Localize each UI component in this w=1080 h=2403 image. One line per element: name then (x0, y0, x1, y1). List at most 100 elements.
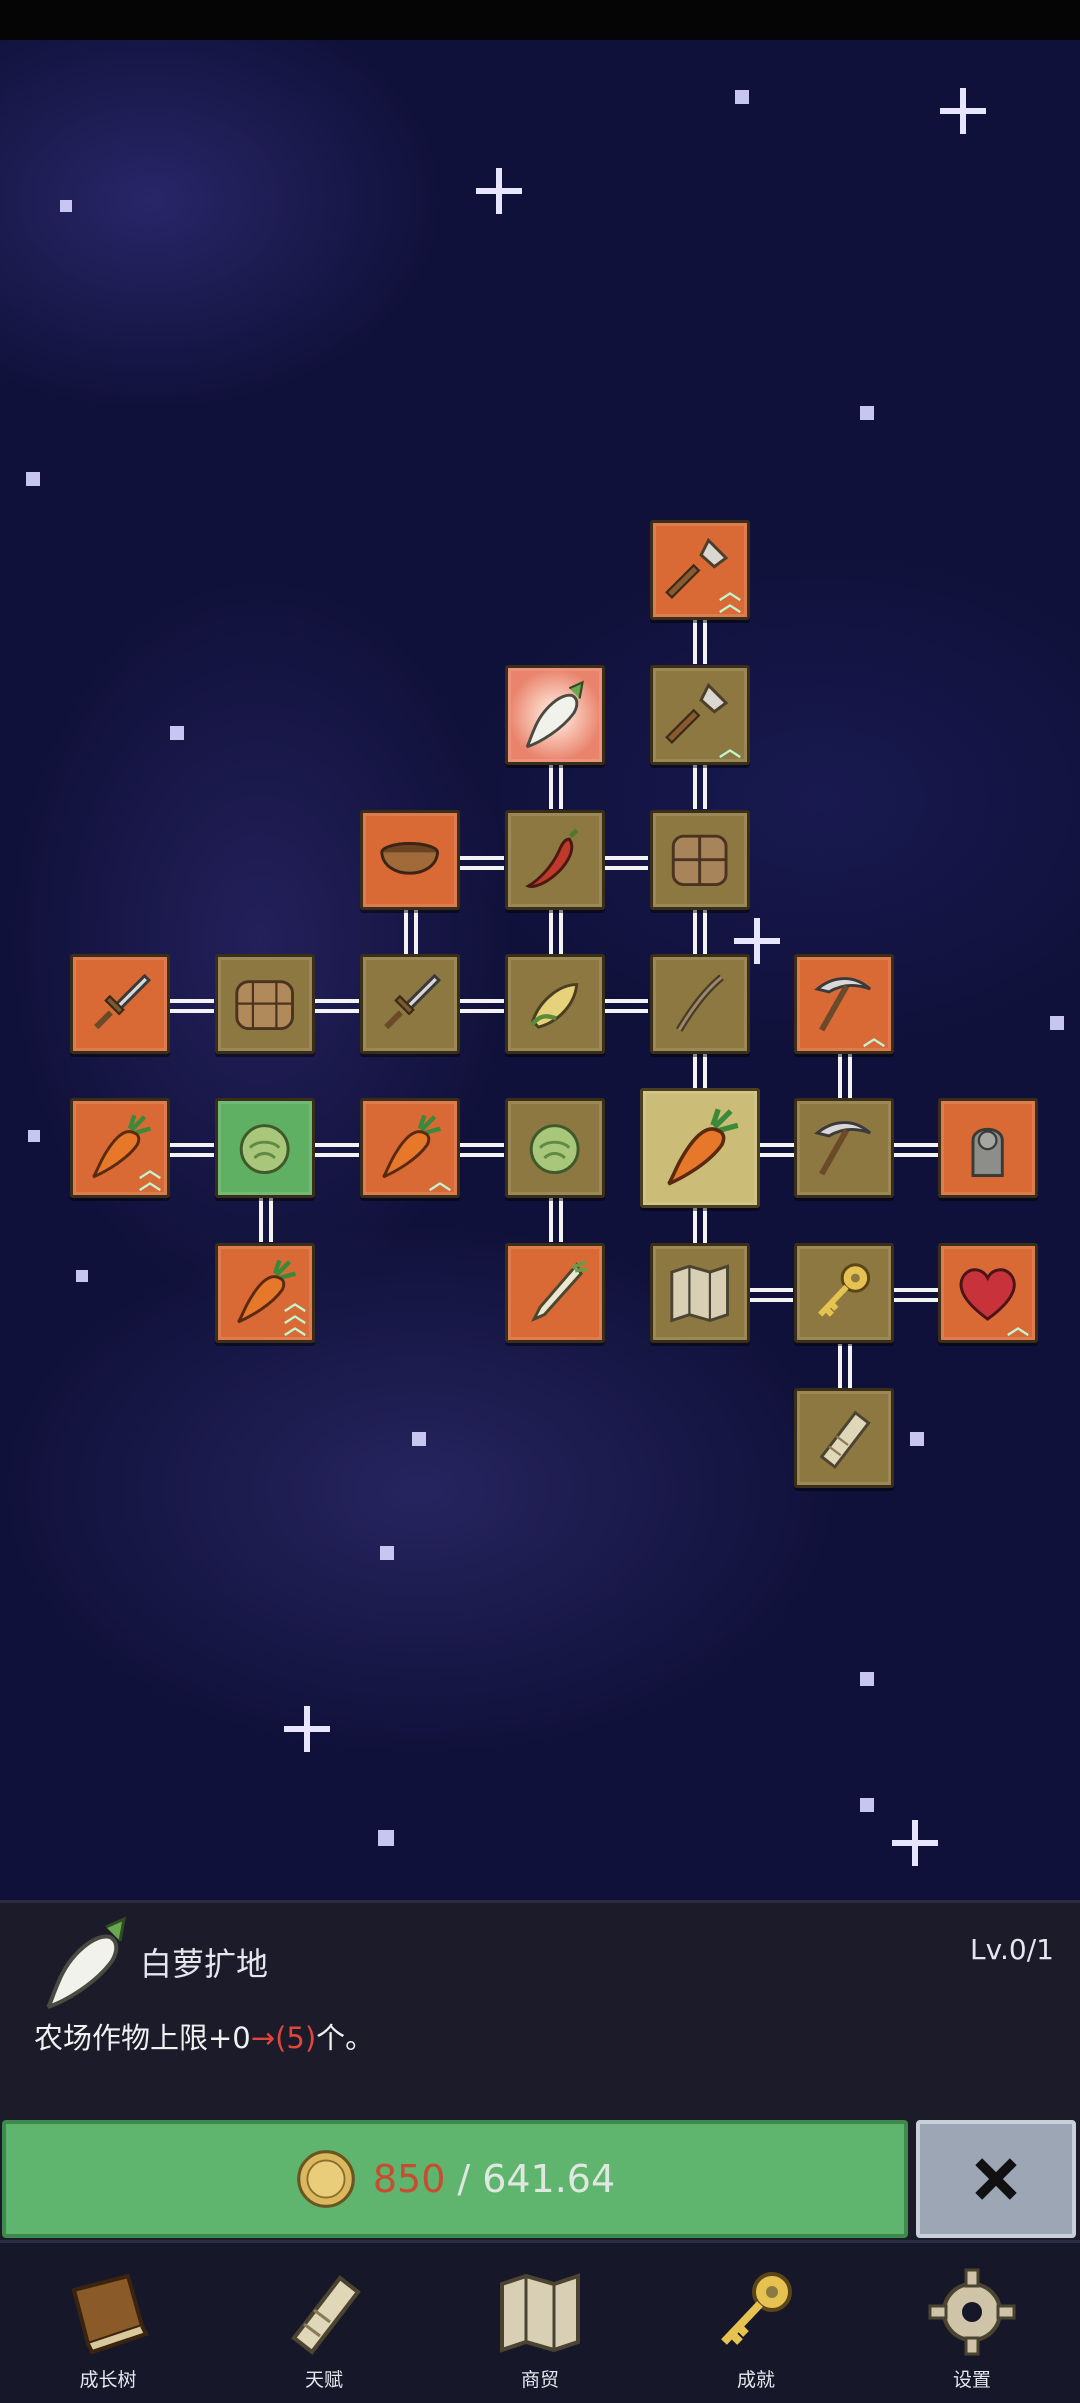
node-shovel-3[interactable]: ︿ ︿ (650, 520, 750, 620)
map-icon (663, 1256, 736, 1329)
node-statue[interactable] (938, 1098, 1038, 1198)
nav-label: 成就 (736, 2369, 775, 2391)
node-pickaxe-olive[interactable] (794, 1098, 894, 1198)
leek-icon (518, 1256, 591, 1329)
node-cabbage-olive[interactable] (505, 1098, 605, 1198)
nav-trade[interactable]: 商贸 (470, 2248, 610, 2398)
map-icon (490, 2262, 590, 2362)
connector (894, 1143, 938, 1157)
node-chili[interactable] (505, 810, 605, 910)
crate-icon (663, 823, 736, 896)
skill-desc-value: (5) (275, 2021, 317, 2055)
star (1050, 1016, 1064, 1030)
connector (693, 910, 707, 954)
connector (549, 765, 563, 809)
node-radish-expand[interactable] (505, 665, 605, 765)
upgrade-chevrons-icon: ︿ ︿ (138, 1158, 161, 1195)
node-corn[interactable] (505, 954, 605, 1054)
node-crate[interactable] (650, 810, 750, 910)
close-icon (969, 2152, 1023, 2206)
star (378, 1830, 394, 1846)
connector (460, 999, 504, 1013)
upgrade-chevron-icon: ︿ (718, 737, 741, 762)
node-map[interactable] (650, 1243, 750, 1343)
upgrade-chevrons-icon: ︿ ︿ (718, 580, 741, 617)
nav-settings[interactable]: 设置 (902, 2248, 1042, 2398)
scroll-icon (807, 1401, 880, 1474)
star (412, 1432, 426, 1446)
carrot-icon (656, 1104, 745, 1193)
node-sword-olive[interactable] (360, 954, 460, 1054)
nav-label: 成长树 (79, 2369, 137, 2391)
node-carrot-boost-3[interactable]: ︿ ︿ ︿ (215, 1243, 315, 1343)
connector (549, 1198, 563, 1242)
sparkle-star (476, 168, 522, 214)
gear-icon (922, 2262, 1022, 2362)
connector (749, 1288, 793, 1302)
node-cabbage-green[interactable] (215, 1098, 315, 1198)
skill-name: 白萝扩地 (140, 1945, 269, 1983)
connector (549, 910, 563, 954)
connector (460, 1143, 504, 1157)
key-icon (807, 1256, 880, 1329)
pickaxe-icon (807, 1111, 880, 1184)
star (735, 90, 749, 104)
status-bar (0, 0, 1080, 40)
node-scroll[interactable] (794, 1388, 894, 1488)
skill-desc-suffix: 个。 (316, 2021, 375, 2055)
book-icon (58, 2262, 158, 2362)
cabbage-icon (518, 1111, 591, 1184)
star (60, 200, 72, 212)
sparkle-star (284, 1706, 330, 1752)
connector (693, 620, 707, 664)
nav-label: 设置 (952, 2369, 991, 2391)
sword-icon (373, 967, 446, 1040)
star (860, 1672, 874, 1686)
upgrade-button[interactable]: 850 / 641.64 (2, 2120, 908, 2238)
node-key[interactable] (794, 1243, 894, 1343)
node-sword-orange[interactable] (70, 954, 170, 1054)
connector (315, 999, 359, 1013)
chili-icon (518, 823, 591, 896)
node-pickaxe-orange[interactable]: ︿ (794, 954, 894, 1054)
fishing-rod-icon (663, 967, 736, 1040)
cabbage-icon (228, 1111, 301, 1184)
price-separator: / (457, 2157, 471, 2201)
node-carrot-boost-2[interactable]: ︿ (360, 1098, 460, 1198)
connector (838, 1054, 852, 1098)
connector (259, 1198, 273, 1242)
node-bowl[interactable] (360, 810, 460, 910)
connector (315, 1143, 359, 1157)
scroll-icon (274, 2262, 374, 2362)
node-carrot-boost-1[interactable]: ︿ ︿ (70, 1098, 170, 1198)
nav-growth-tree[interactable]: 成长树 (38, 2248, 178, 2398)
star (380, 1546, 394, 1560)
connector (693, 765, 707, 809)
node-heart[interactable]: ︿ (938, 1243, 1038, 1343)
connector (604, 856, 648, 870)
chest-icon (228, 967, 301, 1040)
radish-icon (36, 1913, 136, 2013)
skill-level: Lv.0/1 (970, 1933, 1054, 1966)
upgrade-chevron-icon: ︿ (428, 1170, 451, 1195)
star (76, 1270, 88, 1282)
coin-icon (295, 2148, 357, 2210)
nav-achievements[interactable]: 成就 (686, 2248, 826, 2398)
star (860, 406, 874, 420)
sword-icon (83, 967, 156, 1040)
node-leek[interactable] (505, 1243, 605, 1343)
node-fishing-rod[interactable] (650, 954, 750, 1054)
upgrade-cost: 641.64 (482, 2157, 616, 2201)
node-chest[interactable] (215, 954, 315, 1054)
skill-description: 农场作物上限+0→(5)个。 (34, 2015, 374, 2057)
node-shovel-2[interactable]: ︿ (650, 665, 750, 765)
connector (894, 1288, 938, 1302)
connector (604, 999, 648, 1013)
close-button[interactable] (916, 2120, 1076, 2238)
bowl-icon (373, 823, 446, 896)
upgrade-chevron-icon: ︿ (1006, 1315, 1029, 1340)
nav-talent[interactable]: 天赋 (254, 2248, 394, 2398)
sparkle-star (940, 88, 986, 134)
nav-label: 商贸 (520, 2369, 559, 2391)
node-carrot-root[interactable] (640, 1088, 760, 1208)
